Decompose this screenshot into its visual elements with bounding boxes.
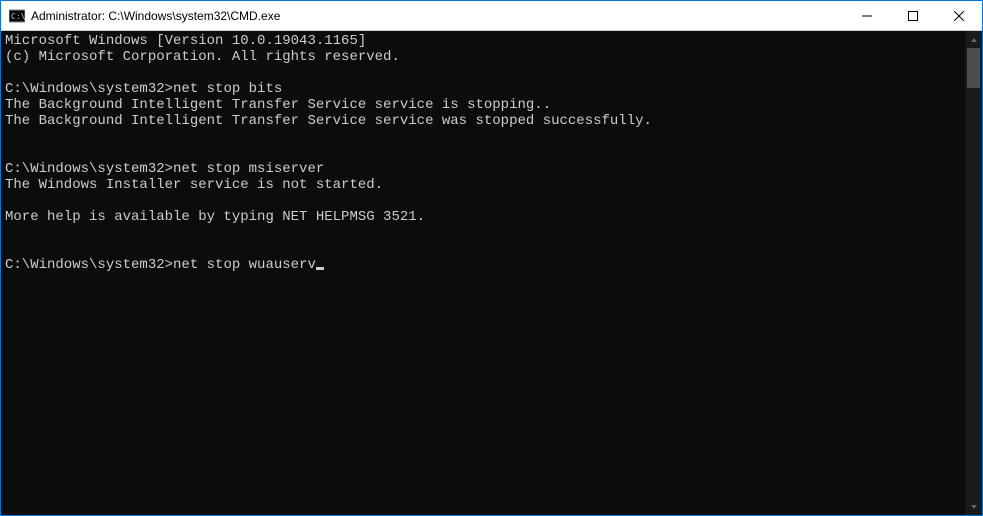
copyright-line: (c) Microsoft Corporation. All rights re…: [5, 49, 965, 65]
command-2: net stop msiserver: [173, 161, 324, 177]
scroll-down-arrow[interactable]: [965, 498, 982, 515]
blank-line: [5, 241, 965, 257]
window-title: Administrator: C:\Windows\system32\CMD.e…: [31, 9, 844, 23]
output-line: The Background Intelligent Transfer Serv…: [5, 97, 965, 113]
close-button[interactable]: [936, 1, 982, 30]
command-1: net stop bits: [173, 81, 282, 97]
prompt: C:\Windows\system32>: [5, 81, 173, 97]
scrollbar-thumb[interactable]: [967, 48, 980, 88]
svg-text:C:\: C:\: [11, 12, 25, 21]
blank-line: [5, 145, 965, 161]
command-3: net stop wuauserv: [173, 257, 316, 273]
prompt: C:\Windows\system32>: [5, 161, 173, 177]
version-line: Microsoft Windows [Version 10.0.19043.11…: [5, 33, 965, 49]
cmd-window: C:\ Administrator: C:\Windows\system32\C…: [1, 1, 982, 515]
blank-line: [5, 65, 965, 81]
titlebar[interactable]: C:\ Administrator: C:\Windows\system32\C…: [1, 1, 982, 31]
text-cursor: [316, 267, 324, 270]
prompt: C:\Windows\system32>: [5, 257, 173, 273]
output-line: More help is available by typing NET HEL…: [5, 209, 965, 225]
command-line-2: C:\Windows\system32>net stop msiserver: [5, 161, 965, 177]
window-controls: [844, 1, 982, 30]
minimize-button[interactable]: [844, 1, 890, 30]
console-area: Microsoft Windows [Version 10.0.19043.11…: [1, 31, 982, 515]
console-output[interactable]: Microsoft Windows [Version 10.0.19043.11…: [1, 31, 965, 515]
vertical-scrollbar[interactable]: [965, 31, 982, 515]
command-line-3: C:\Windows\system32>net stop wuauserv: [5, 257, 965, 273]
cmd-icon: C:\: [9, 8, 25, 24]
blank-line: [5, 225, 965, 241]
blank-line: [5, 129, 965, 145]
output-line: The Background Intelligent Transfer Serv…: [5, 113, 965, 129]
command-line-1: C:\Windows\system32>net stop bits: [5, 81, 965, 97]
output-line: The Windows Installer service is not sta…: [5, 177, 965, 193]
scrollbar-track[interactable]: [965, 48, 982, 498]
blank-line: [5, 193, 965, 209]
maximize-button[interactable]: [890, 1, 936, 30]
scroll-up-arrow[interactable]: [965, 31, 982, 48]
